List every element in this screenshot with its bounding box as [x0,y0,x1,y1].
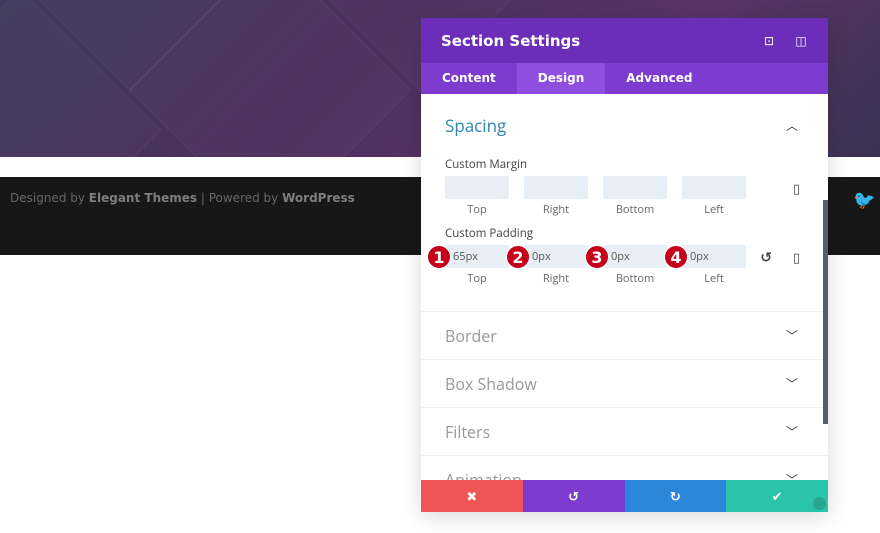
padding-right-input[interactable]: 0px [524,245,588,268]
tab-advanced[interactable]: Advanced [605,63,713,94]
side-label: Right [542,202,570,217]
side-label: Top [467,271,487,286]
save-button[interactable]: ✔ [726,480,828,512]
redo-button[interactable]: ↻ [624,480,727,512]
action-bar: ✖ ↺ ↻ ✔ [421,480,828,512]
step-badge: 2 [506,245,530,269]
custom-padding-label: Custom Padding [445,226,534,241]
padding-bottom-input[interactable]: 0px [603,245,667,268]
resize-handle[interactable] [813,497,826,510]
split-view-icon[interactable]: ◫ [794,32,808,49]
padding-row: 65px 1 Top 0px 2 Right 0px 3 Bottom 0px 4 Left ↺… [427,245,804,291]
spacing-section: Spacing ︿ Custom Margin Top Right Bottom … [421,94,828,311]
chevron-down-icon: ﹀ [785,375,798,392]
side-label: Left [704,271,724,286]
chevron-up-icon[interactable]: ︿ [786,117,798,134]
margin-bottom-input[interactable] [603,176,667,199]
margin-row: Top Right Bottom Left ▯ [445,176,804,222]
reset-icon[interactable]: ↺ [760,248,772,267]
step-badge: 1 [427,245,451,269]
responsive-phone-icon[interactable]: ▯ [793,179,800,197]
panel-title: Section Settings [441,31,581,50]
redo-icon: ↻ [669,487,681,505]
group-border[interactable]: Border ﹀ [421,311,828,359]
panel-scrollbar[interactable] [823,200,828,424]
margin-top-input[interactable] [445,176,509,199]
custom-margin-label: Custom Margin [445,157,528,172]
footer-credit: Designed by Elegant Themes | Powered by … [10,191,355,205]
step-badge: 4 [664,245,688,269]
tab-design[interactable]: Design [516,63,606,94]
step-badge: 3 [585,245,609,269]
margin-left-input[interactable] [682,176,746,199]
tab-content[interactable]: Content [421,63,517,94]
side-label: Left [704,202,724,217]
padding-top-input[interactable]: 65px [445,245,509,268]
group-box-shadow[interactable]: Box Shadow ﹀ [421,359,828,407]
check-icon: ✔ [771,487,783,505]
panel-header: Section Settings ⊡ ◫ [421,18,828,63]
padding-left-input[interactable]: 0px [682,245,746,268]
fullscreen-icon[interactable]: ⊡ [762,32,776,49]
panel-tabs: Content Design Advanced [421,63,828,94]
twitter-icon[interactable]: 🐦 [853,188,875,212]
cancel-button[interactable]: ✖ [421,480,523,512]
undo-icon: ↺ [568,487,580,505]
section-settings-panel: Section Settings ⊡ ◫ Content Design Adva… [421,18,828,512]
wordpress-link[interactable]: WordPress [282,191,355,205]
margin-right-input[interactable] [524,176,588,199]
side-label: Right [542,271,570,286]
spacing-title: Spacing [445,114,507,137]
undo-button[interactable]: ↺ [522,480,625,512]
responsive-phone-icon[interactable]: ▯ [793,248,800,266]
elegant-themes-link[interactable]: Elegant Themes [89,191,197,205]
spacing-toggle[interactable]: Spacing ︿ [445,94,804,157]
close-icon: ✖ [466,487,478,505]
chevron-down-icon: ﹀ [785,327,798,344]
side-label: Bottom [615,202,655,217]
side-label: Top [467,202,487,217]
side-label: Bottom [615,271,655,286]
group-filters[interactable]: Filters ﹀ [421,407,828,455]
chevron-down-icon: ﹀ [785,423,798,440]
